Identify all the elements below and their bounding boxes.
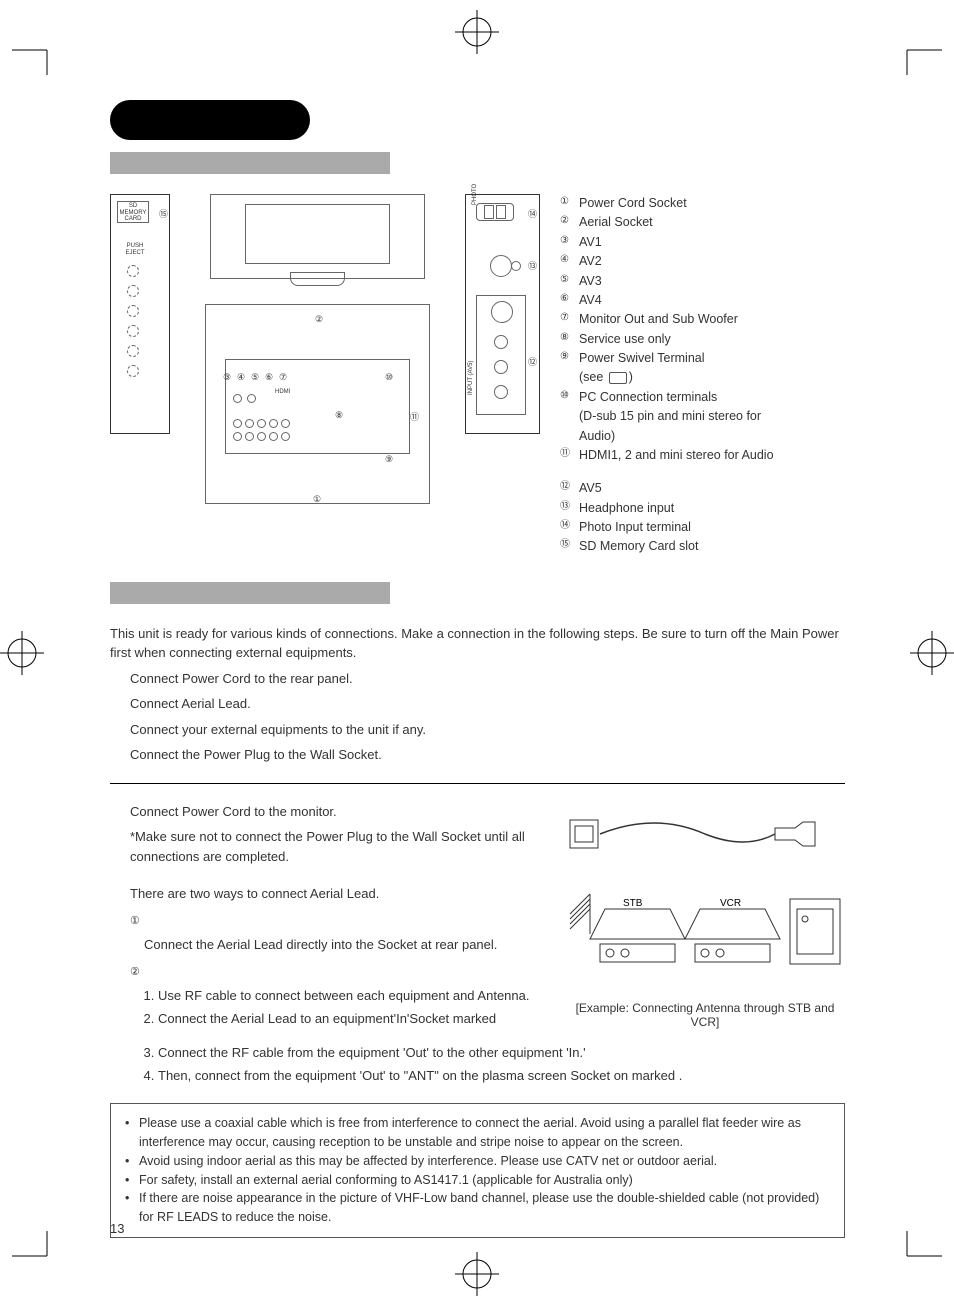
step-text: Connect Aerial Lead.	[130, 694, 845, 714]
legend-text: Monitor Out and Sub Woofer	[579, 310, 738, 329]
step-item: Connect the RF cable from the equipment …	[158, 1043, 845, 1063]
option-2-steps-cont: Connect the RF cable from the equipment …	[110, 1043, 845, 1085]
crop-mark-br	[897, 1231, 942, 1276]
step-text: Connect your external equipments to the …	[130, 720, 845, 740]
legend-text: Power Cord Socket	[579, 194, 687, 213]
option-2-steps: Use RF cable to connect between each equ…	[130, 986, 545, 1028]
legend-text: Aerial Socket	[579, 213, 653, 232]
registration-mark-left	[0, 631, 44, 675]
registration-mark-bottom	[455, 1252, 499, 1296]
legend-text: Photo Input terminal	[579, 518, 691, 537]
photo-label: PHOTO	[472, 184, 479, 205]
diagram-rear-panel: ② ③ ④ ⑤ ⑥ ⑦ ⑩ ⑧ ⑪ ⑨ ① HDMI	[185, 194, 450, 514]
option-1-text: Connect the Aerial Lead directly into th…	[130, 935, 545, 955]
intro-paragraph: This unit is ready for various kinds of …	[110, 624, 845, 663]
power-cord-section: Connect Power Cord to the monitor. *Make…	[110, 802, 845, 873]
legend-text: HDMI1, 2 and mini stereo for Audio	[579, 446, 774, 465]
note-text: Please use a coaxial cable which is free…	[139, 1114, 830, 1152]
legend-text: SD Memory Card slot	[579, 537, 698, 556]
crop-mark-tr	[897, 30, 942, 75]
legend-text: AV5	[579, 479, 602, 498]
step-text: Connect the Power Plug to the Wall Socke…	[130, 745, 845, 765]
page-number: 13	[110, 1221, 124, 1236]
legend-text: Headphone input	[579, 499, 674, 518]
crop-mark-bl	[12, 1231, 57, 1276]
divider	[110, 783, 845, 784]
step-text: Connect Power Cord to the rear panel.	[130, 669, 845, 689]
section-a-line1: Connect Power Cord to the monitor.	[130, 802, 545, 822]
legend-text: PC Connection terminals	[579, 388, 717, 407]
step-item: Then, connect from the equipment 'Out' t…	[158, 1066, 845, 1086]
aerial-caption: [Example: Connecting Antenna through STB…	[565, 1001, 845, 1029]
option-1-num: ①	[130, 915, 140, 927]
legend-text: Power Swivel Terminal	[579, 349, 705, 368]
content-area: SD MEMORY CARD PUSH EJECT ⑮	[110, 100, 845, 1238]
note-text: If there are noise appearance in the pic…	[139, 1189, 830, 1227]
terminal-legend: ①Power Cord Socket ②Aerial Socket ③AV1 ④…	[560, 194, 845, 557]
legend-text: Service use only	[579, 330, 671, 349]
legend-text: (see )	[579, 368, 633, 387]
legend-text: AV1	[579, 233, 602, 252]
stb-label: STB	[623, 898, 643, 909]
legend-text: AV2	[579, 252, 602, 271]
section-title-pill	[110, 100, 310, 140]
input-av5-label: INPUT (AV5)	[468, 361, 475, 395]
intro-steps: Connect Power Cord to the rear panel. Co…	[110, 669, 845, 765]
aerial-intro: There are two ways to connect Aerial Lea…	[130, 884, 545, 904]
registration-mark-top	[455, 10, 499, 54]
power-cord-illustration	[565, 802, 825, 862]
vcr-label: VCR	[720, 898, 741, 909]
page: SD MEMORY CARD PUSH EJECT ⑮	[0, 0, 954, 1306]
section-a-line2: *Make sure not to connect the Power Plug…	[130, 827, 545, 866]
subsection-bar-2	[110, 582, 390, 604]
crop-mark-tl	[12, 30, 57, 75]
terminals-section: SD MEMORY CARD PUSH EJECT ⑮	[110, 194, 845, 557]
option-2-num: ②	[130, 966, 140, 978]
note-text: For safety, install an external aerial c…	[139, 1171, 633, 1190]
push-eject-label: PUSH EJECT	[117, 243, 153, 256]
hdmi-label: HDMI	[275, 389, 290, 396]
legend-text: (D-sub 15 pin and mini stereo for	[579, 407, 761, 426]
diagram-av5-panel: PHOTO ⑭ ⑬ ⑫ INPUT (AV5)	[465, 194, 540, 434]
subsection-bar-1	[110, 152, 390, 174]
aerial-connection-illustration: STB VCR	[565, 884, 845, 994]
page-ref-icon	[609, 372, 627, 384]
note-text: Avoid using indoor aerial as this may be…	[139, 1152, 717, 1171]
step-item: Use RF cable to connect between each equ…	[158, 986, 545, 1006]
legend-text: Audio)	[579, 427, 615, 446]
diagram-side-panel: SD MEMORY CARD PUSH EJECT ⑮	[110, 194, 170, 434]
registration-mark-right	[910, 631, 954, 675]
legend-text: AV3	[579, 272, 602, 291]
step-item: Connect the Aerial Lead to an equipment'…	[158, 1009, 545, 1029]
aerial-section: There are two ways to connect Aerial Lea…	[110, 884, 845, 1031]
notes-box: •Please use a coaxial cable which is fre…	[110, 1103, 845, 1238]
terminal-diagrams: SD MEMORY CARD PUSH EJECT ⑮	[110, 194, 540, 557]
sd-memory-label: SD MEMORY CARD	[119, 203, 147, 223]
legend-text: AV4	[579, 291, 602, 310]
